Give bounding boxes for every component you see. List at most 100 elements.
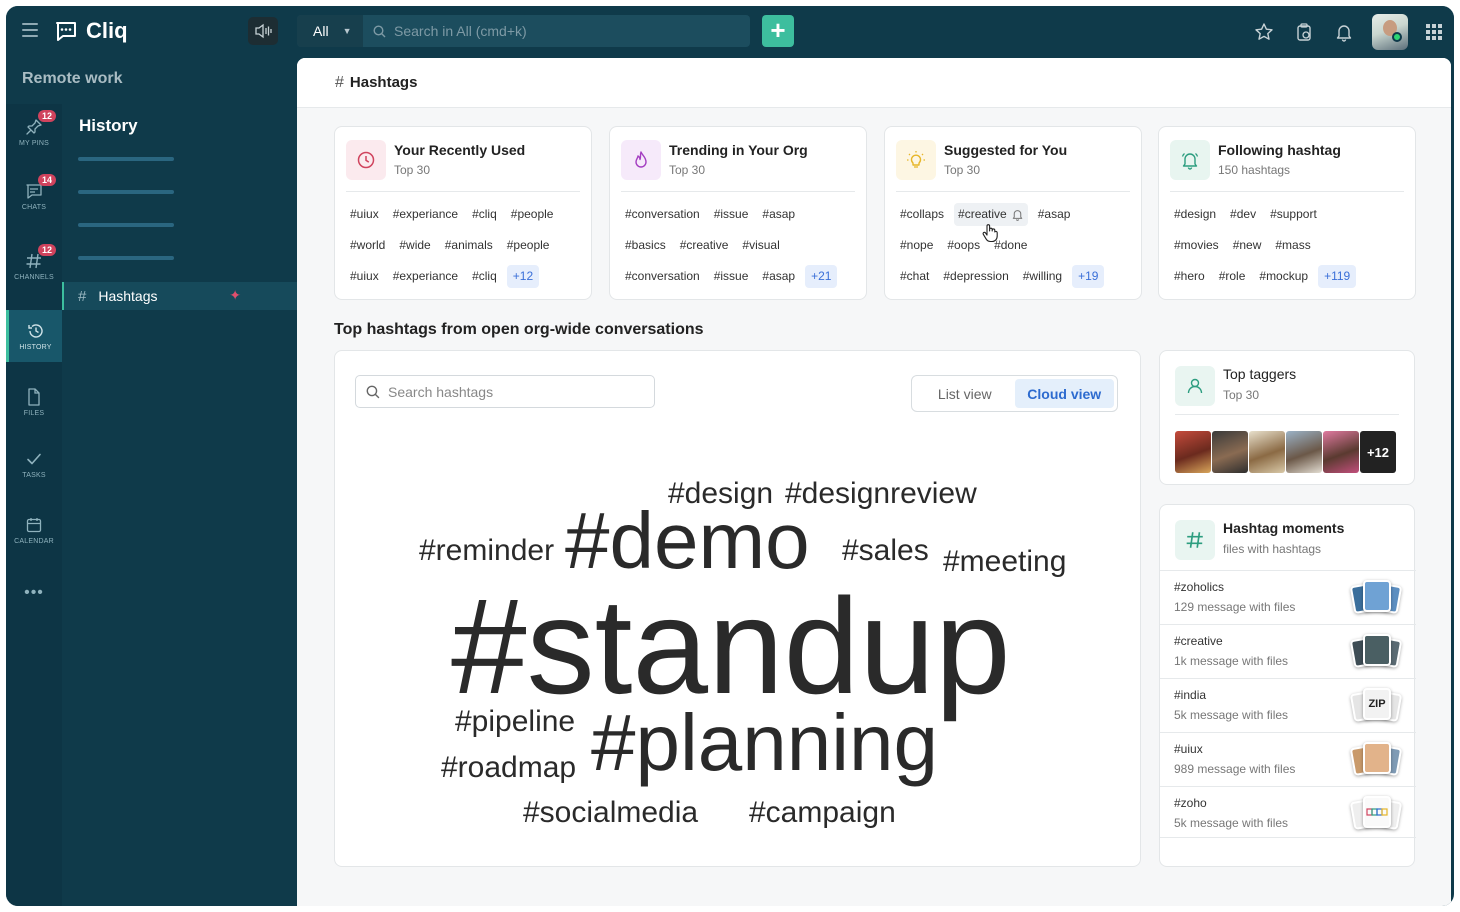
rail-item-files[interactable]: FILES	[6, 374, 62, 430]
cloud-word[interactable]: #reminder	[419, 536, 554, 566]
hashtag-chip[interactable]: #conversation	[621, 203, 704, 226]
moment-row[interactable]: #creative 1k message with files	[1160, 624, 1416, 676]
more-icon[interactable]: •••	[6, 584, 62, 602]
list-view-button[interactable]: List view	[915, 379, 1015, 408]
more-hashtags-chip[interactable]: +119	[1318, 265, 1357, 288]
hashtag-chip[interactable]: #chat	[896, 265, 933, 288]
moment-count: 5k message with files	[1174, 816, 1289, 830]
hashtag-chip[interactable]: #new	[1229, 234, 1266, 257]
hashtag-chip[interactable]: #world	[346, 234, 389, 257]
new-item-button[interactable]: +	[762, 15, 794, 47]
cloud-word[interactable]: #planning	[591, 703, 938, 783]
moment-row[interactable]: #zoho 5k message with files	[1160, 786, 1416, 838]
hashtag-chip[interactable]: #nope	[896, 234, 937, 257]
hashtag-chip[interactable]: #people	[503, 234, 554, 257]
workspace-name[interactable]: Remote work	[22, 70, 122, 88]
hashtag-chip[interactable]: #asap	[758, 203, 799, 226]
avatar[interactable]	[1175, 431, 1211, 473]
hashtag-chip[interactable]: #animals	[441, 234, 497, 257]
hashtag-chip[interactable]: #asap	[1034, 203, 1075, 226]
hashtag-chip[interactable]: #conversation	[621, 265, 704, 288]
app-logo[interactable]: Cliq	[54, 18, 128, 44]
left-rail: MY PINS 12 CHATS 14 CHANNELS 12 HISTORY …	[6, 104, 62, 906]
zip-badge: ZIP	[1363, 688, 1391, 720]
menu-icon[interactable]	[22, 23, 38, 37]
clipboard-clock-icon[interactable]	[1284, 12, 1324, 52]
hashtag-chip[interactable]: #mass	[1271, 234, 1314, 257]
hashtag-chip[interactable]: #people	[507, 203, 558, 226]
hashtag-chip[interactable]: #design	[1170, 203, 1220, 226]
hashtag-chip[interactable]: #experiance	[389, 203, 462, 226]
avatar[interactable]	[1212, 431, 1248, 473]
user-avatar[interactable]	[1372, 14, 1408, 50]
cloud-word[interactable]: #designreview	[785, 479, 977, 509]
hashtag-chip[interactable]: #cliq	[468, 203, 501, 226]
speaker-toggle-button[interactable]	[248, 17, 278, 45]
hashtag-chip[interactable]: #creative	[676, 234, 733, 257]
hashtag-chip[interactable]: #experiance	[389, 265, 462, 288]
hashtag-chip[interactable]: #collaps	[896, 203, 948, 226]
avatar[interactable]	[1249, 431, 1285, 473]
category-card-suggested[interactable]: Suggested for You Top 30 #collaps #creat…	[884, 126, 1142, 300]
cloud-word[interactable]: #socialmedia	[523, 798, 698, 828]
hashtag-chip[interactable]: #mockup	[1255, 265, 1312, 288]
hashtag-chip[interactable]: #dev	[1226, 203, 1260, 226]
category-card-trending[interactable]: Trending in Your Org Top 30 #conversatio…	[609, 126, 867, 300]
moment-hashtag: #india	[1174, 688, 1207, 702]
cloud-view-button[interactable]: Cloud view	[1014, 379, 1114, 408]
rail-item-calendar[interactable]: CALENDAR	[6, 502, 62, 558]
global-search[interactable]: All ▼ Search in All (cmd+k)	[297, 15, 750, 47]
more-hashtags-chip[interactable]: +19	[1072, 265, 1105, 288]
hashtag-chip[interactable]: #cliq	[468, 265, 501, 288]
search-scope-select[interactable]: All ▼	[297, 15, 363, 47]
avatar[interactable]	[1323, 431, 1359, 473]
sidebar-title: History	[79, 116, 138, 135]
cloud-word[interactable]: #sales	[842, 536, 929, 566]
hashtag-chip[interactable]: #oops	[943, 234, 984, 257]
hashtag-chip[interactable]: #role	[1215, 265, 1250, 288]
hashtag-chip[interactable]: #uiux	[346, 265, 383, 288]
moment-row[interactable]: #india 5k message with files ZIP	[1160, 678, 1416, 730]
cloud-word[interactable]: #campaign	[749, 798, 896, 828]
more-taggers-button[interactable]: +12	[1360, 431, 1396, 473]
cloud-word[interactable]: #roadmap	[441, 753, 576, 783]
more-hashtags-chip[interactable]: +12	[506, 265, 540, 288]
rail-item-my-pins[interactable]: MY PINS 12	[6, 104, 62, 160]
follow-bell-icon[interactable]	[1011, 208, 1024, 221]
rail-item-channels[interactable]: CHANNELS 12	[6, 238, 62, 294]
category-card-recently-used[interactable]: Your Recently Used Top 30 #uiux #experia…	[334, 126, 592, 300]
category-card-following[interactable]: Following hashtag 150 hashtags #design #…	[1158, 126, 1416, 300]
rail-item-tasks[interactable]: TASKS	[6, 436, 62, 492]
more-hashtags-chip[interactable]: +21	[805, 265, 838, 288]
loading-placeholder	[78, 157, 174, 161]
hashtag-chip[interactable]: #uiux	[346, 203, 383, 226]
sidebar-item-hashtags[interactable]: # Hashtags ✦	[62, 282, 297, 310]
card-title: Hashtag moments	[1223, 520, 1345, 536]
hashtag-chip[interactable]: #movies	[1170, 234, 1223, 257]
bell-icon[interactable]	[1324, 12, 1364, 52]
moment-row[interactable]: #uiux 989 message with files	[1160, 732, 1416, 784]
hashtag-chip[interactable]: #hero	[1170, 265, 1209, 288]
cloud-word[interactable]: #pipeline	[455, 707, 575, 737]
cloud-word[interactable]: #demo	[565, 501, 810, 581]
star-icon[interactable]	[1244, 12, 1284, 52]
hashtag-chip[interactable]: #support	[1266, 203, 1321, 226]
hashtag-chip[interactable]: #issue	[710, 203, 753, 226]
avatar[interactable]	[1286, 431, 1322, 473]
rail-item-chats[interactable]: CHATS 14	[6, 168, 62, 224]
moment-row[interactable]: #zoholics 129 message with files	[1160, 570, 1416, 622]
rail-item-history[interactable]: HISTORY	[6, 310, 62, 362]
top-taggers-card[interactable]: Top taggers Top 30 +12	[1159, 350, 1415, 485]
hashtag-chip[interactable]: #issue	[710, 265, 753, 288]
hashtag-search-input[interactable]: Search hashtags	[355, 375, 655, 408]
search-input[interactable]: Search in All (cmd+k)	[363, 23, 527, 39]
hashtag-chip[interactable]: #visual	[738, 234, 783, 257]
hashtag-chip[interactable]: #wide	[395, 234, 434, 257]
hashtag-chip[interactable]: #depression	[939, 265, 1012, 288]
cloud-word[interactable]: #standup	[451, 578, 1011, 714]
hashtag-chip[interactable]: #asap	[758, 265, 799, 288]
hashtag-chip[interactable]: #basics	[621, 234, 670, 257]
divider	[1170, 191, 1404, 192]
apps-grid-icon[interactable]	[1414, 12, 1454, 52]
hashtag-chip[interactable]: #willing	[1019, 265, 1066, 288]
